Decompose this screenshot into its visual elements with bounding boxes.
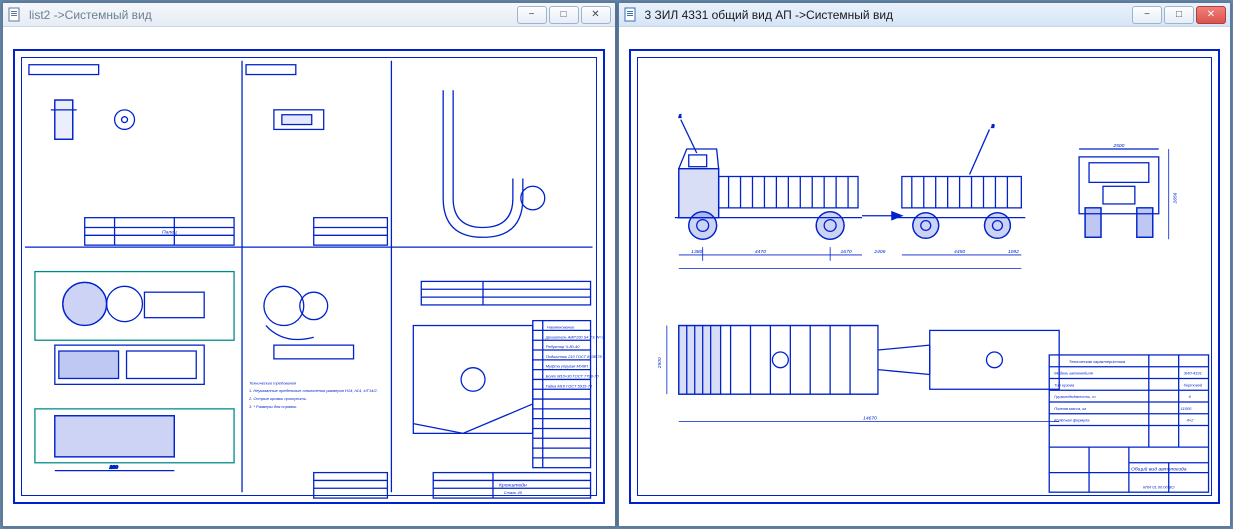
notes-line: 2. Острые кромки притупить.	[248, 396, 307, 401]
spec-row-value: ЗИЛ-4331	[1183, 371, 1201, 376]
spec-row-label: Колёсная формула	[1054, 418, 1090, 423]
spec-row-label: Модель автомобиля	[1054, 371, 1094, 376]
subframe-title: Палец	[162, 229, 177, 235]
titlebar[interactable]: list2 ->Системный вид − □ ✕	[3, 3, 615, 27]
spec-row-label: Полная масса, кг	[1054, 406, 1086, 411]
maximize-icon: □	[560, 9, 566, 20]
mdi-window-list2: list2 ->Системный вид − □ ✕	[2, 2, 616, 527]
maximize-button[interactable]: □	[549, 6, 579, 24]
spec-row: Двигатель АИР100 S4 У3, N=3 кВт	[545, 334, 603, 339]
close-button[interactable]: ✕	[581, 6, 611, 24]
drawing-svg: 280 Технические требования 1. Неуказанны…	[15, 51, 603, 502]
dim-text: 1380	[691, 249, 702, 255]
window-title: 3 ЗИЛ 4331 общий вид АП ->Системный вид	[645, 8, 1133, 22]
drawing-sheet: 4470 1380 1670 2406 4450 1092 2656 2500 …	[629, 49, 1221, 504]
dim-text: 2500	[1112, 143, 1124, 149]
notes-line: Технические требования	[249, 380, 297, 385]
dim-text: 4450	[954, 249, 965, 255]
dim-text: 1670	[840, 249, 851, 255]
notes-line: 3. * Размеры для справок.	[249, 404, 297, 409]
window-title: list2 ->Системный вид	[29, 8, 517, 22]
spec-header: Техническая характеристика	[1068, 359, 1125, 364]
dim-text: 2500	[656, 357, 662, 369]
subframe-material: Сталь 45	[504, 490, 523, 495]
spec-row-value: 6	[1188, 394, 1191, 399]
spec-header: Наименование	[547, 324, 575, 329]
close-icon: ✕	[591, 9, 599, 20]
dim-text: 280	[109, 465, 119, 471]
maximize-icon: □	[1176, 9, 1182, 20]
dim-text: 4470	[754, 249, 765, 255]
dim-text: 14670	[863, 416, 877, 422]
mdi-window-zil4331: 3 ЗИЛ 4331 общий вид АП ->Системный вид …	[618, 2, 1232, 527]
spec-row-label: Тип кузова	[1054, 382, 1075, 387]
spec-row: Гайка М10 ГОСТ 5915-70	[546, 383, 593, 388]
drawing-svg: 4470 1380 1670 2406 4450 1092 2656 2500 …	[631, 51, 1219, 502]
spec-row-value: 4×2	[1186, 418, 1194, 423]
close-button[interactable]: ✕	[1196, 6, 1226, 24]
spec-row-value: 11000	[1180, 406, 1192, 411]
dim-text: 2656	[1172, 192, 1178, 204]
balloon: 1	[678, 114, 681, 120]
drawing-sheet: 280 Технические требования 1. Неуказанны…	[13, 49, 605, 504]
minimize-icon: −	[529, 9, 535, 20]
spec-row: Подшипник 210 ГОСТ 8338-75	[546, 354, 603, 359]
dim-text: 1092	[1007, 249, 1018, 255]
document-icon	[7, 7, 23, 23]
maximize-button[interactable]: □	[1164, 6, 1194, 24]
window-buttons: − □ ✕	[517, 6, 611, 24]
spec-row-label: Грузоподъёмность, т	[1054, 394, 1096, 399]
spec-row: Болт М10×30 ГОСТ 7798-70	[546, 374, 600, 379]
dim-text: 2406	[873, 249, 885, 255]
close-icon: ✕	[1207, 9, 1215, 20]
spec-row: Муфта упругая МУВП	[546, 364, 588, 369]
spec-row-value: бортовой	[1183, 382, 1202, 387]
subframe-title: Кронштейн	[499, 481, 527, 488]
window-buttons: − □ ✕	[1132, 6, 1226, 24]
balloon: 2	[990, 124, 994, 130]
drawing-canvas-right[interactable]: 4470 1380 1670 2406 4450 1092 2656 2500 …	[619, 27, 1231, 526]
drawing-canvas-left[interactable]: 280 Технические требования 1. Неуказанны…	[3, 27, 615, 526]
titlebar[interactable]: 3 ЗИЛ 4331 общий вид АП ->Системный вид …	[619, 3, 1231, 27]
minimize-icon: −	[1144, 9, 1150, 20]
titleblock-title: Общий вид автопоезда	[1131, 466, 1187, 473]
minimize-button[interactable]: −	[517, 6, 547, 24]
spec-row: Редуктор Ч-80-40	[546, 344, 581, 349]
minimize-button[interactable]: −	[1132, 6, 1162, 24]
notes-line: 1. Неуказанные предельные отклонения раз…	[249, 388, 378, 393]
document-icon	[623, 7, 639, 23]
titleblock-code: КПИ 01.00.00 ВО	[1143, 484, 1174, 489]
